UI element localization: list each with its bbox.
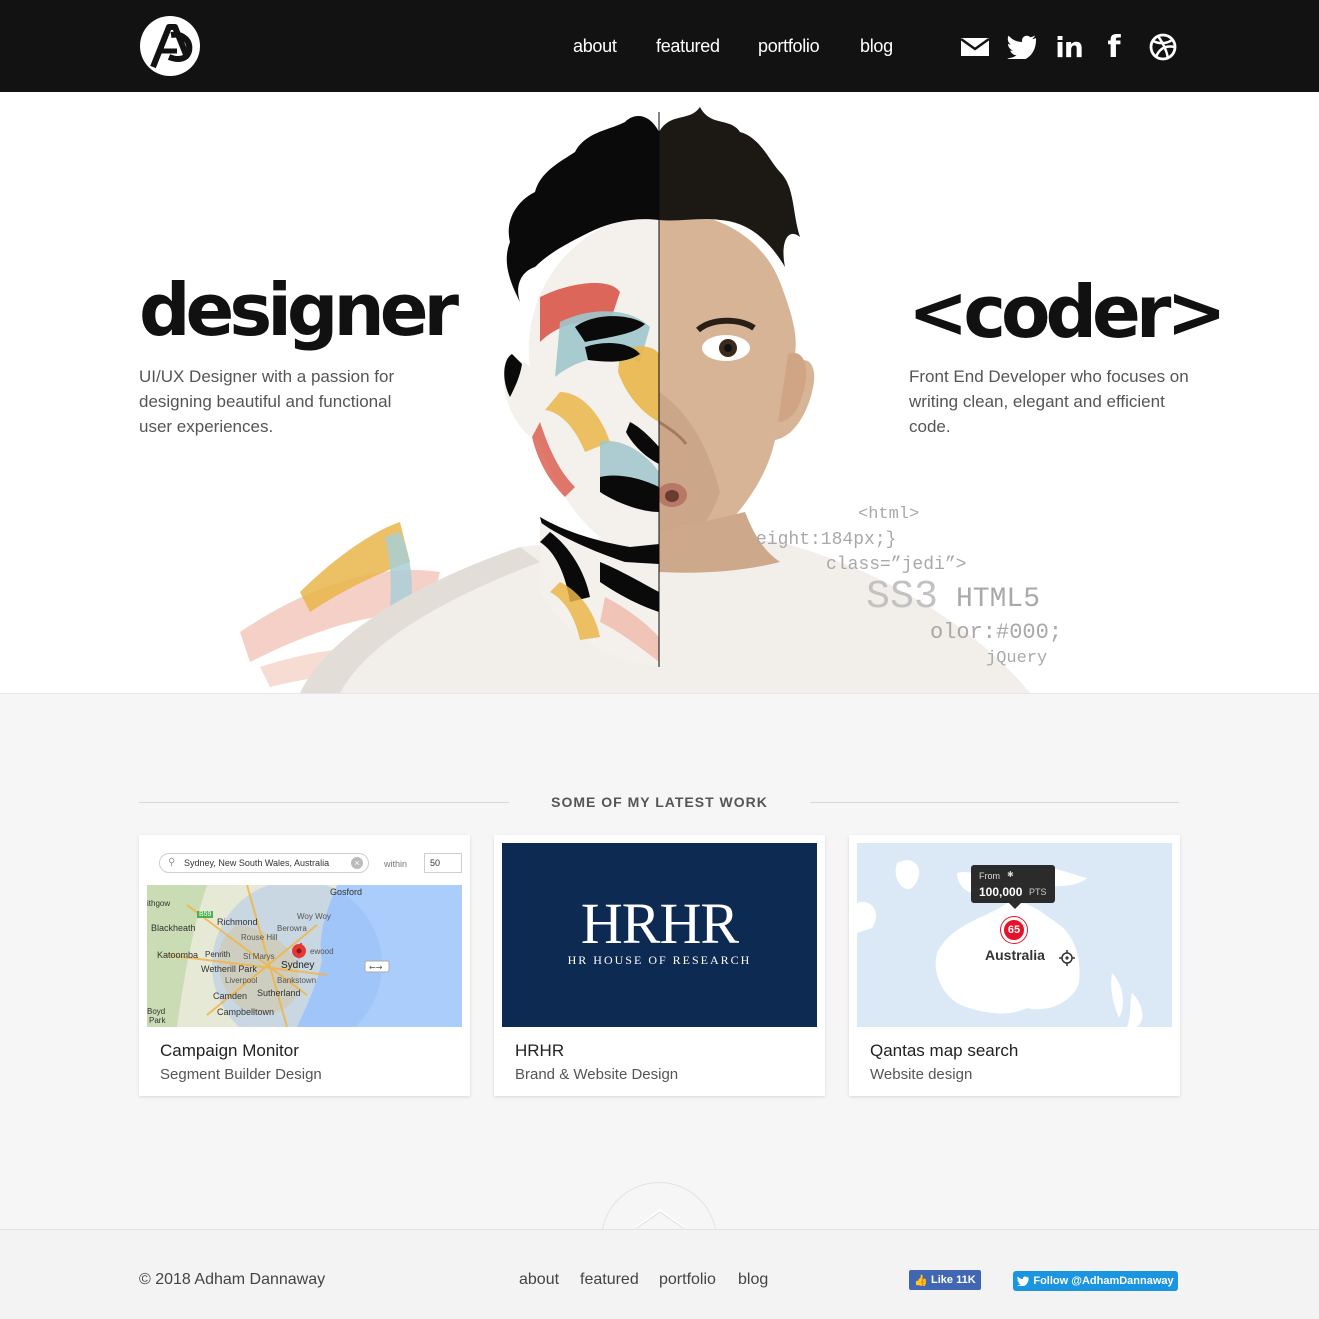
work-card-campaign-monitor[interactable]: ⚲ Sydney, New South Wales, Australia × w… [139, 835, 470, 1096]
pin-icon: ⚲ [168, 857, 176, 868]
card-title: HRHR [515, 1041, 565, 1060]
tooltip-unit: PTS [1029, 887, 1047, 897]
thumbs-up-icon: 👍 [914, 1274, 929, 1287]
crosshair-icon [1059, 950, 1075, 966]
coder-description: Front End Developer who focuses on writi… [909, 367, 1189, 436]
within-value: 50 [430, 858, 441, 868]
dribbble-icon[interactable] [1149, 30, 1177, 64]
code-snippet: eight:184px;} [756, 530, 897, 550]
map-label: ewood [310, 947, 334, 956]
twitter-follow-button[interactable]: Follow @AdhamDannaway [1013, 1271, 1178, 1291]
work-card-hrhr[interactable]: HRHR HR HOUSE OF RESEARCH HRHR Brand & W… [494, 835, 825, 1096]
hrhr-logo: HRHR [580, 891, 739, 956]
hrhr-logo-subtitle: HR HOUSE OF RESEARCH [567, 953, 752, 967]
code-snippet: class=”jedi”> [826, 555, 967, 575]
code-snippet: jQuery [986, 649, 1048, 668]
facebook-like-label: Like 11K [931, 1274, 976, 1286]
location-marker: 65 [1001, 917, 1027, 943]
map-label: Woy Woy [297, 912, 331, 921]
map-label: Penrith [205, 950, 231, 959]
location-search-field: ⚲ Sydney, New South Wales, Australia × [159, 853, 369, 873]
facebook-icon[interactable]: f [1106, 30, 1122, 65]
points-tooltip: From ✱ 100,000 PTS [971, 865, 1055, 903]
designer-description: UI/UX Designer with a passion for design… [139, 367, 395, 436]
coder-title: <coder> [908, 270, 1227, 354]
map-label: St Marys [243, 952, 275, 961]
svg-text:←→: ←→ [369, 963, 383, 972]
footer-nav-portfolio[interactable]: portfolio [659, 1271, 716, 1289]
map-label: Sydney [281, 960, 315, 971]
code-snippet: SS3 [866, 575, 939, 620]
card-subtitle: Segment Builder Design [160, 1066, 322, 1083]
tooltip-arrow [1009, 903, 1021, 909]
map-label: B59 [197, 911, 214, 918]
map-label: Gosford [330, 887, 363, 897]
designer-title: designer [139, 268, 459, 352]
footer-nav-about[interactable]: about [519, 1271, 559, 1289]
facebook-like-button[interactable]: 👍 Like 11K [909, 1270, 981, 1290]
map-label: Katoomba [157, 950, 199, 960]
map-label: Sutherland [257, 988, 301, 998]
within-label: within [384, 859, 408, 869]
nav-blog[interactable]: blog [860, 36, 893, 57]
card-thumbnail: HRHR HR HOUSE OF RESEARCH [502, 843, 817, 1027]
nav-about[interactable]: about [573, 36, 617, 57]
map-label: Rouse Hill [241, 933, 278, 942]
map-label: Liverpool [225, 976, 258, 985]
copyright: © 2018 Adham Dannaway [139, 1271, 326, 1288]
nav-portfolio[interactable]: portfolio [758, 36, 820, 57]
info-icon: ✱ [1007, 870, 1014, 879]
work-card-qantas[interactable]: From ✱ 100,000 PTS 65 Australia Qantas m… [849, 835, 1180, 1096]
site-header: about featured portfolio blog in f [0, 0, 1319, 92]
mail-icon[interactable] [961, 30, 989, 64]
map-label: Blackheath [151, 923, 196, 933]
map-label: Berowra [277, 924, 307, 933]
site-footer: © 2018 Adham Dannaway about featured por… [0, 1229, 1319, 1319]
hero-section: designer UI/UX Designer with a passion f… [0, 92, 1319, 693]
twitter-icon [1017, 1276, 1029, 1286]
section-heading: SOME OF MY LATEST WORK [551, 794, 768, 810]
card-subtitle: Website design [870, 1066, 973, 1083]
linkedin-icon[interactable]: in [1055, 30, 1084, 64]
region-label: Australia [985, 947, 1045, 963]
card-subtitle: Brand & Website Design [515, 1066, 679, 1083]
map-label: Richmond [217, 917, 258, 927]
card-title: Campaign Monitor [160, 1041, 299, 1060]
nav-featured[interactable]: featured [656, 36, 720, 57]
card-thumbnail: From ✱ 100,000 PTS 65 Australia [857, 843, 1172, 1027]
code-snippet: <html> [858, 505, 920, 524]
latest-work-section: SOME OF MY LATEST WORK ⚲ Sydney, New Sou… [0, 693, 1319, 1242]
twitter-icon[interactable] [1007, 30, 1037, 64]
location-search-value: Sydney, New South Wales, Australia [184, 858, 330, 868]
map-label: Park [149, 1016, 166, 1025]
map-label: Wetherill Park [201, 964, 257, 974]
code-snippet: HTML5 [956, 584, 1041, 615]
map-label: Bankstown [277, 976, 317, 985]
card-title: Qantas map search [870, 1041, 1019, 1060]
chevron-up-icon [636, 1209, 684, 1229]
logo-icon[interactable] [139, 15, 201, 77]
footer-nav-featured[interactable]: featured [580, 1271, 639, 1289]
tooltip-value: 100,000 [979, 885, 1023, 899]
twitter-follow-label: Follow @AdhamDannaway [1033, 1275, 1174, 1287]
map-label: ithgow [147, 899, 171, 908]
card-thumbnail: ⚲ Sydney, New South Wales, Australia × w… [147, 843, 462, 1027]
map-label: Camden [213, 991, 248, 1001]
tooltip-from-label: From [979, 871, 1000, 881]
clear-icon: × [351, 857, 363, 869]
code-snippet: olor:#000; [930, 620, 1063, 645]
within-field: 50 [424, 853, 462, 873]
map-label: Campbelltown [217, 1007, 275, 1017]
map-label: Boyd [147, 1007, 166, 1016]
footer-nav-blog[interactable]: blog [738, 1271, 768, 1289]
